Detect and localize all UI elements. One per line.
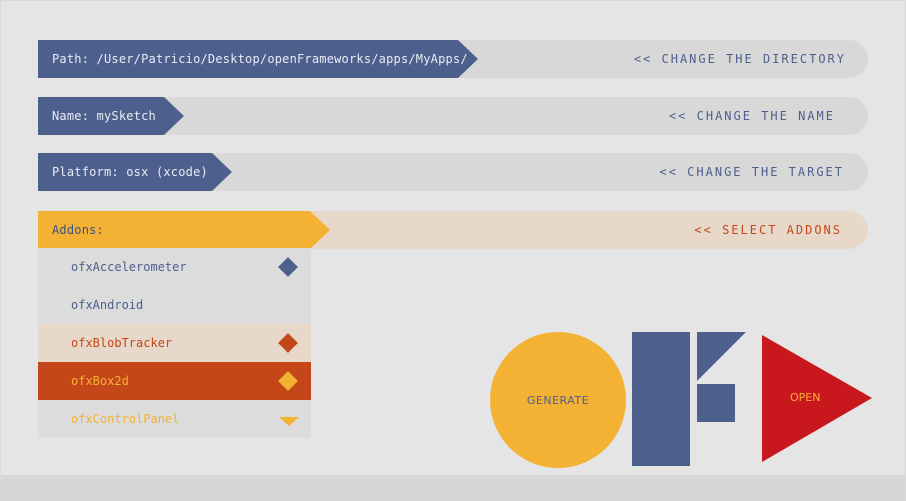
- addon-item[interactable]: ofxBox2d: [38, 362, 311, 400]
- name-row: Name: mySketch << CHANGE THE NAME: [38, 97, 868, 135]
- change-name-button[interactable]: << CHANGE THE NAME: [669, 97, 835, 135]
- addons-label: Addons:: [52, 223, 104, 237]
- diamond-icon: [278, 257, 298, 277]
- diamond-icon: [278, 333, 298, 353]
- select-addons-button[interactable]: << SELECT ADDONS: [694, 211, 842, 249]
- addon-item-label: ofxBox2d: [71, 374, 129, 388]
- addon-item[interactable]: ofxBlobTracker: [38, 324, 311, 362]
- logo-triangle: [697, 332, 746, 381]
- addon-item-label: ofxControlPanel: [71, 412, 180, 426]
- logo-bar: [632, 332, 690, 466]
- platform-row: Platform: osx (xcode) << CHANGE THE TARG…: [38, 153, 868, 191]
- addon-item[interactable]: ofxAccelerometer: [38, 248, 311, 286]
- addon-item-label: ofxAndroid: [71, 298, 144, 312]
- open-label: OPEN: [790, 391, 821, 404]
- addons-row: Addons: << SELECT ADDONS: [38, 211, 868, 249]
- addon-item-label: ofxAccelerometer: [71, 260, 187, 274]
- addon-item-label: ofxBlobTracker: [71, 336, 173, 350]
- generate-button[interactable]: GENERATE: [490, 332, 626, 468]
- path-label: Path: /User/Patricio/Desktop/openFramewo…: [52, 52, 468, 66]
- logo-square: [697, 384, 735, 422]
- change-target-button[interactable]: << CHANGE THE TARGET: [660, 153, 845, 191]
- generate-label: GENERATE: [526, 393, 590, 407]
- triangle-down-icon[interactable]: [279, 417, 299, 426]
- change-directory-button[interactable]: << CHANGE THE DIRECTORY: [634, 40, 846, 78]
- addons-list: ofxAccelerometer ofxAndroid ofxBlobTrack…: [38, 248, 311, 438]
- path-row: Path: /User/Patricio/Desktop/openFramewo…: [38, 40, 868, 78]
- addon-item[interactable]: ofxAndroid: [38, 286, 311, 324]
- name-label: Name: mySketch: [52, 109, 156, 123]
- open-button[interactable]: OPEN: [762, 335, 872, 462]
- platform-label: Platform: osx (xcode): [52, 165, 208, 179]
- status-bar: [1, 475, 905, 501]
- addon-item[interactable]: ofxControlPanel: [38, 400, 311, 438]
- diamond-icon: [278, 371, 298, 391]
